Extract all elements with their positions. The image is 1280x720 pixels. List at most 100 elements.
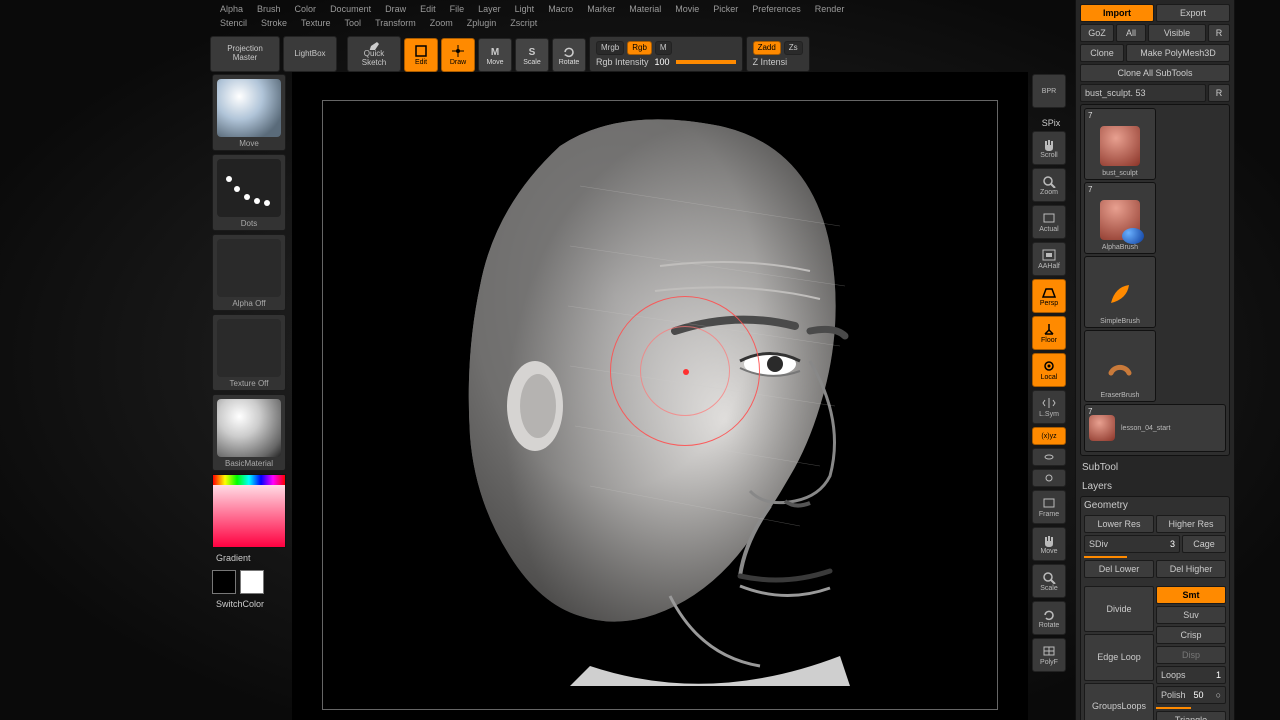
menu-zplugin[interactable]: Zplugin xyxy=(467,18,497,28)
gradient-label[interactable]: Gradient xyxy=(212,551,286,565)
rgb-intensity-slider[interactable] xyxy=(676,60,736,64)
goz-button[interactable]: GoZ xyxy=(1080,24,1114,42)
primary-color-swatch[interactable] xyxy=(240,570,264,594)
tool-item-simplebrush[interactable]: SimpleBrush xyxy=(1084,256,1156,328)
viewport[interactable] xyxy=(292,72,1028,720)
m-button[interactable]: M xyxy=(655,41,672,56)
tool-item-lesson04[interactable]: 7 lesson_04_start xyxy=(1084,404,1226,452)
lightbox-button[interactable]: LightBox xyxy=(283,36,337,72)
goz-all-button[interactable]: All xyxy=(1116,24,1146,42)
subtool-header[interactable]: SubTool xyxy=(1080,458,1230,475)
persp-button[interactable]: Persp xyxy=(1032,279,1066,313)
switchcolor-label[interactable]: SwitchColor xyxy=(212,599,286,609)
goz-visible-button[interactable]: Visible xyxy=(1148,24,1206,42)
menu-texture[interactable]: Texture xyxy=(301,18,331,28)
draw-mode-button[interactable]: Draw xyxy=(441,38,475,72)
menu-zscript[interactable]: Zscript xyxy=(510,18,537,28)
scale-nav-button[interactable]: Scale xyxy=(1032,564,1066,598)
rgb-intensity-value[interactable]: 100 xyxy=(655,57,670,67)
cage-button[interactable]: Cage xyxy=(1182,535,1226,553)
move-nav-button[interactable]: Move xyxy=(1032,527,1066,561)
triangle-button[interactable]: Triangle xyxy=(1156,711,1226,720)
tool-name-field[interactable]: bust_sculpt. 53 xyxy=(1080,84,1206,102)
menu-file[interactable]: File xyxy=(450,4,465,14)
quick-sketch-button[interactable]: Quick Sketch xyxy=(347,36,401,72)
menu-picker[interactable]: Picker xyxy=(713,4,738,14)
local-button[interactable]: Local xyxy=(1032,353,1066,387)
geometry-header[interactable]: Geometry xyxy=(1084,500,1226,513)
menu-stencil[interactable]: Stencil xyxy=(220,18,247,28)
brush-swatch[interactable]: Move xyxy=(212,74,286,151)
sdiv-slider[interactable]: SDiv3 xyxy=(1084,535,1180,553)
tool-r-button[interactable]: R xyxy=(1208,84,1230,102)
rotate-nav-button[interactable]: Rotate xyxy=(1032,601,1066,635)
tool-item-bust[interactable]: 7 bust_sculpt xyxy=(1084,108,1156,180)
menu-movie[interactable]: Movie xyxy=(675,4,699,14)
menu-edit[interactable]: Edit xyxy=(420,4,436,14)
smt-button[interactable]: Smt xyxy=(1156,586,1226,604)
move-mode-button[interactable]: M Move xyxy=(478,38,512,72)
menu-stroke[interactable]: Stroke xyxy=(261,18,287,28)
menu-transform[interactable]: Transform xyxy=(375,18,416,28)
switch-color[interactable] xyxy=(212,568,286,596)
crisp-button[interactable]: Crisp xyxy=(1156,626,1226,644)
rotate-mode-button[interactable]: Rotate xyxy=(552,38,586,72)
loops-slider[interactable]: Loops1 xyxy=(1156,666,1226,684)
bpr-button[interactable]: BPR xyxy=(1032,74,1066,108)
menu-tool[interactable]: Tool xyxy=(345,18,362,28)
menu-material[interactable]: Material xyxy=(629,4,661,14)
scale-mode-button[interactable]: S Scale xyxy=(515,38,549,72)
import-button[interactable]: Import xyxy=(1080,4,1154,22)
make-polymesh-button[interactable]: Make PolyMesh3D xyxy=(1126,44,1230,62)
edit-mode-button[interactable]: Edit xyxy=(404,38,438,72)
menu-render[interactable]: Render xyxy=(815,4,845,14)
zoom-button[interactable]: Zoom xyxy=(1032,168,1066,202)
material-swatch[interactable]: BasicMaterial xyxy=(212,394,286,471)
suv-button[interactable]: Suv xyxy=(1156,606,1226,624)
menu-light[interactable]: Light xyxy=(515,4,535,14)
lsym-button[interactable]: L.Sym xyxy=(1032,390,1066,424)
texture-swatch[interactable]: Texture Off xyxy=(212,314,286,391)
menu-preferences[interactable]: Preferences xyxy=(752,4,801,14)
menu-brush[interactable]: Brush xyxy=(257,4,281,14)
menu-zoom[interactable]: Zoom xyxy=(430,18,453,28)
edge-loop-button[interactable]: Edge Loop xyxy=(1084,634,1154,680)
clone-all-subtools-button[interactable]: Clone All SubTools xyxy=(1080,64,1230,82)
menu-color[interactable]: Color xyxy=(295,4,317,14)
polyf-button[interactable]: PolyF xyxy=(1032,638,1066,672)
menu-marker[interactable]: Marker xyxy=(587,4,615,14)
zadd-button[interactable]: Zadd xyxy=(753,41,781,56)
stroke-swatch[interactable]: Dots xyxy=(212,154,286,231)
export-button[interactable]: Export xyxy=(1156,4,1230,22)
mrgb-button[interactable]: Mrgb xyxy=(596,41,624,56)
menu-document[interactable]: Document xyxy=(330,4,371,14)
tool-item-bust2[interactable]: 7 AlphaBrush xyxy=(1084,182,1156,254)
goz-r-button[interactable]: R xyxy=(1208,24,1230,42)
z-toggle-button[interactable] xyxy=(1032,469,1066,487)
menu-macro[interactable]: Macro xyxy=(548,4,573,14)
menu-draw[interactable]: Draw xyxy=(385,4,406,14)
alpha-swatch[interactable]: Alpha Off xyxy=(212,234,286,311)
higher-res-button[interactable]: Higher Res xyxy=(1156,515,1226,533)
divide-button[interactable]: Divide xyxy=(1084,586,1154,632)
disp-button[interactable]: Disp xyxy=(1156,646,1226,664)
clone-button[interactable]: Clone xyxy=(1080,44,1124,62)
groupsloops-button[interactable]: GroupsLoops xyxy=(1084,683,1154,720)
menu-layer[interactable]: Layer xyxy=(478,4,501,14)
projection-master-button[interactable]: Projection Master xyxy=(210,36,280,72)
lower-res-button[interactable]: Lower Res xyxy=(1084,515,1154,533)
color-picker[interactable] xyxy=(212,474,286,548)
del-lower-button[interactable]: Del Lower xyxy=(1084,560,1154,578)
menu-alpha[interactable]: Alpha xyxy=(220,4,243,14)
scroll-button[interactable]: Scroll xyxy=(1032,131,1066,165)
actual-button[interactable]: Actual xyxy=(1032,205,1066,239)
y-toggle-button[interactable] xyxy=(1032,448,1066,466)
xyz-button[interactable]: (x)yz xyxy=(1032,427,1066,445)
rgb-button[interactable]: Rgb xyxy=(627,41,652,56)
frame-button[interactable]: Frame xyxy=(1032,490,1066,524)
zsub-button[interactable]: Zs xyxy=(784,41,803,56)
secondary-color-swatch[interactable] xyxy=(212,570,236,594)
spix-label[interactable]: SPix xyxy=(1032,118,1070,128)
del-higher-button[interactable]: Del Higher xyxy=(1156,560,1226,578)
tool-item-eraserbrush[interactable]: EraserBrush xyxy=(1084,330,1156,402)
